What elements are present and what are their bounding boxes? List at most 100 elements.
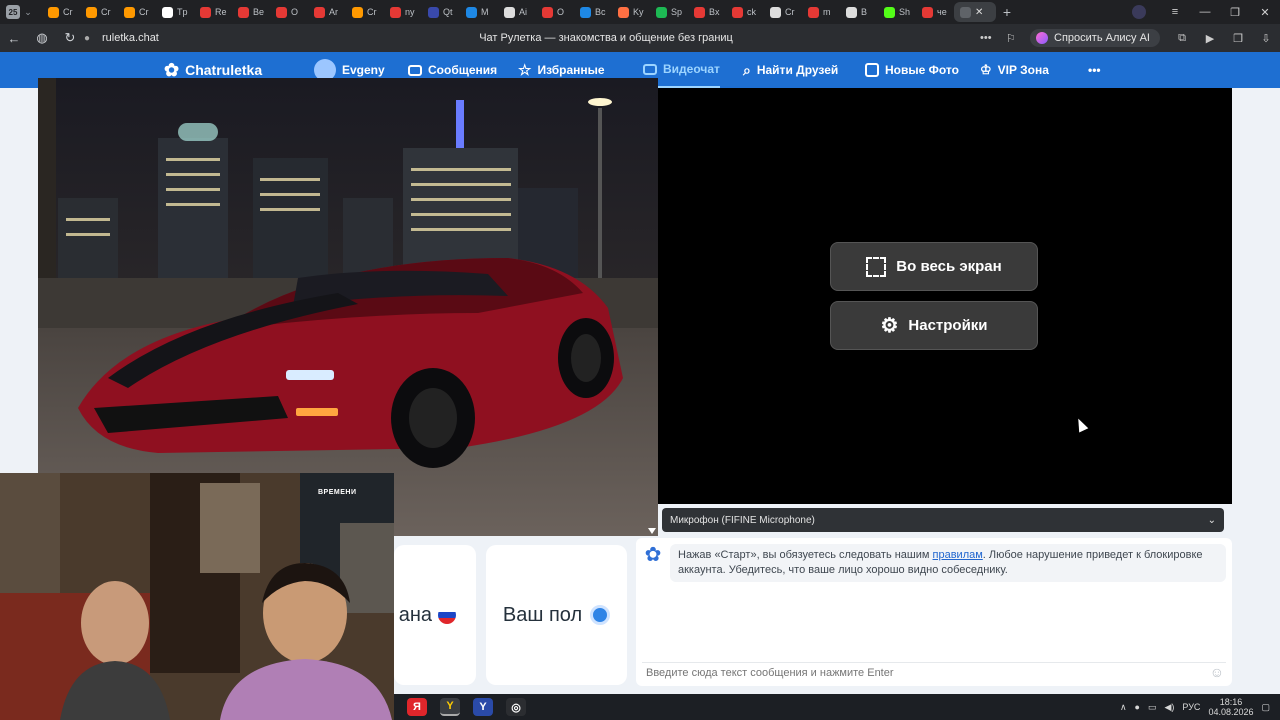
browser-tab[interactable]: Qt — [422, 2, 460, 22]
ask-alice-button[interactable]: Спросить Алису AI — [1030, 29, 1160, 47]
settings-button[interactable]: ⚙ Настройки — [830, 301, 1038, 350]
nav-more-button[interactable]: ••• — [1088, 52, 1101, 88]
chat-message-input[interactable] — [642, 662, 1226, 682]
new-tab-plus-icon[interactable]: + — [996, 4, 1018, 20]
nav-new-photos[interactable]: Новые Фото — [865, 52, 959, 88]
shield-icon[interactable]: ◍ — [28, 30, 56, 46]
microphone-icon[interactable]: ● — [1135, 702, 1140, 712]
country-filter-card[interactable]: ана — [394, 545, 476, 685]
browser-tab[interactable]: Cr — [346, 2, 384, 22]
notification-icon[interactable]: ▢ — [1261, 702, 1270, 713]
tab-favicon-icon — [48, 6, 59, 18]
tab-count-badge[interactable]: 25 — [6, 5, 20, 19]
microphone-select[interactable]: Микрофон (FIFINE Microphone) ⌄ — [662, 508, 1224, 532]
site-info-icon[interactable]: ● — [84, 33, 96, 44]
browser-tab[interactable]: Cr — [80, 2, 118, 22]
taskbar-app-browser-active[interactable]: Y — [440, 698, 460, 716]
network-icon[interactable]: ▭ — [1148, 702, 1157, 713]
tray-chevron-icon[interactable]: ∧ — [1120, 702, 1127, 713]
tab-label: Bc — [595, 7, 606, 17]
tab-favicon-icon — [618, 6, 629, 18]
browser-tab[interactable]: Sp — [650, 2, 688, 22]
profile-avatar[interactable] — [1132, 5, 1146, 19]
gender-filter-card[interactable]: Ваш пол — [486, 545, 627, 685]
tab-favicon-icon — [390, 6, 401, 18]
browser-tab[interactable]: чe — [916, 2, 954, 22]
browser-tab[interactable]: O — [536, 2, 574, 22]
browser-tab[interactable]: m — [802, 2, 840, 22]
browser-tab[interactable]: ck — [726, 2, 764, 22]
more-dots-icon[interactable]: ••• — [980, 32, 1006, 44]
microphone-select-label: Микрофон (FIFINE Microphone) — [670, 514, 815, 526]
browser-tab-bar: 25 ⌄ Cr Cr Cr Tp Re Be O Ar Cr ny Qt M Ai O Bc Ky Sp Bx ck… — [0, 0, 1280, 24]
browser-tab[interactable]: Be — [232, 2, 270, 22]
tab-label: ny — [405, 7, 415, 17]
taskbar-app-obs[interactable]: ◎ — [506, 698, 526, 716]
tab-label: Ar — [329, 7, 338, 17]
clock-time: 18:16 — [1219, 697, 1243, 707]
poster-text: ВРЕМЕНИ — [318, 489, 357, 496]
taskbar-app-browser-2[interactable]: Y — [473, 698, 493, 716]
browser-tab[interactable]: Ar — [308, 2, 346, 22]
tab-label: Ai — [519, 7, 528, 17]
tab-favicon-icon — [466, 6, 477, 18]
browser-tab[interactable]: B — [840, 2, 878, 22]
browser-tab[interactable]: ny — [384, 2, 422, 22]
reload-icon[interactable]: ↻ — [56, 30, 84, 46]
tab-favicon-icon — [542, 6, 553, 18]
fullscreen-button[interactable]: Во весь экран — [830, 242, 1038, 291]
download-icon[interactable]: ⇩ — [1252, 32, 1280, 45]
tab-label: Cr — [785, 7, 795, 17]
player-icon[interactable]: ▶ — [1196, 32, 1224, 45]
tab-label: Sh — [899, 7, 911, 17]
ask-alice-label: Спросить Алису AI — [1054, 32, 1150, 44]
tab-favicon-icon — [846, 6, 857, 18]
browser-tab[interactable]: O — [270, 2, 308, 22]
collections-icon[interactable]: ❒ — [1224, 32, 1252, 45]
url-field[interactable]: ruletka.chat — [102, 32, 232, 44]
nav-messages-label: Сообщения — [428, 63, 498, 77]
streamer-webcam-overlay: ВРЕМЕНИ — [0, 473, 394, 720]
tab-label: Re — [215, 7, 227, 17]
browser-tab[interactable]: Cr — [764, 2, 802, 22]
rules-link[interactable]: правилам — [933, 549, 983, 561]
tab-label: Cr — [367, 7, 377, 17]
nav-find-friends[interactable]: ⌕ Найти Друзей — [743, 52, 838, 88]
tab-favicon-icon — [694, 6, 705, 18]
photo-icon — [865, 63, 879, 77]
browser-tab[interactable]: Tp — [156, 2, 194, 22]
minimize-icon[interactable]: — — [1190, 6, 1220, 18]
browser-tab[interactable]: Cr — [42, 2, 80, 22]
tab-close-icon[interactable]: ✕ — [975, 7, 983, 18]
tab-favicon-icon — [808, 6, 819, 18]
browser-tab[interactable]: Bc — [574, 2, 612, 22]
nav-videochat-label: Видеочат — [663, 62, 720, 76]
browser-tab[interactable]: Ky — [612, 2, 650, 22]
browser-tab[interactable]: M — [460, 2, 498, 22]
car-photo — [38, 78, 658, 536]
browser-tab[interactable]: Cr — [118, 2, 156, 22]
clock[interactable]: 18:16 04.08.2026 — [1208, 697, 1253, 717]
settings-label: Настройки — [908, 317, 988, 334]
tab-label: Cr — [101, 7, 111, 17]
close-window-icon[interactable]: ✕ — [1250, 6, 1280, 19]
maximize-icon[interactable]: ❐ — [1220, 6, 1250, 19]
extensions-icon[interactable]: ⧉ — [1168, 32, 1196, 45]
speaker-icon[interactable]: ◀) — [1164, 702, 1174, 713]
nav-vip[interactable]: ♔ VIP Зона — [980, 52, 1049, 88]
language-indicator[interactable]: РУС — [1182, 702, 1200, 712]
tab-favicon-icon — [770, 6, 781, 18]
bookmark-icon[interactable]: ⚐ — [1006, 32, 1030, 45]
tab-favicon-icon — [922, 6, 933, 18]
tab-list-chevron-icon[interactable]: ⌄ — [20, 7, 36, 18]
browser-tab[interactable]: Sh — [878, 2, 916, 22]
browser-tab[interactable]: Re — [194, 2, 232, 22]
taskbar-app-yandex[interactable]: Я — [407, 698, 427, 716]
browser-tab[interactable]: Ai — [498, 2, 536, 22]
menu-icon[interactable]: ≡ — [1160, 6, 1190, 18]
emoji-icon[interactable]: ☺ — [1210, 664, 1224, 680]
back-arrow-icon[interactable]: ← — [0, 31, 28, 46]
tab-active[interactable]: ✕ — [954, 2, 996, 22]
tab-favicon-icon — [352, 6, 363, 18]
browser-tab[interactable]: Bx — [688, 2, 726, 22]
